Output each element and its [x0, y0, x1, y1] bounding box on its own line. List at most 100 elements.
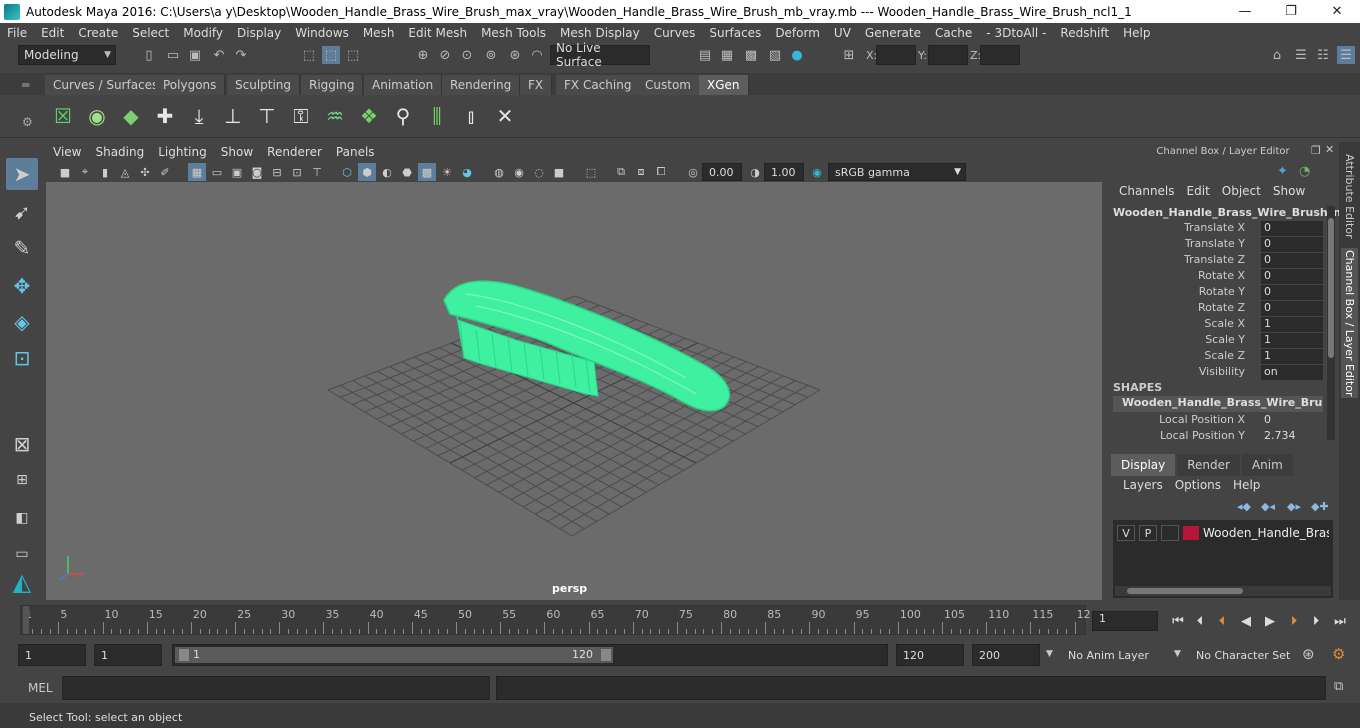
snap-live-icon[interactable]: ⊛ — [506, 46, 524, 64]
channel-value[interactable]: 0 — [1261, 285, 1323, 300]
menu-display[interactable]: Display — [230, 26, 288, 40]
channel-value[interactable]: 0 — [1261, 301, 1323, 316]
channel-value[interactable]: 0 — [1261, 253, 1323, 268]
xray-joints-icon[interactable]: ⧉ — [612, 163, 630, 181]
tab-render[interactable]: Render — [1177, 454, 1240, 476]
xgen-preview-icon[interactable]: ◉ — [82, 101, 112, 131]
preferences-icon[interactable]: ⚙ — [1332, 645, 1345, 663]
channel-box-scrollbar[interactable] — [1327, 206, 1335, 440]
move-layer-up-icon[interactable]: ◂◆ — [1237, 500, 1251, 513]
channel-value[interactable]: 1 — [1261, 349, 1323, 364]
channel-value[interactable]: 0 — [1261, 221, 1323, 236]
menu-edit[interactable]: Edit — [34, 26, 71, 40]
xray-icon[interactable]: ⬚ — [582, 163, 600, 181]
maximize-button[interactable]: ❐ — [1268, 0, 1314, 23]
xgen-guide-add-icon[interactable]: ⊥ — [218, 101, 248, 131]
render-settings-icon[interactable]: ▧ — [766, 46, 784, 64]
cb-menu-object[interactable]: Object — [1216, 184, 1267, 198]
viewport-menu-renderer[interactable]: Renderer — [260, 145, 329, 159]
depth-of-field-icon[interactable]: ◌ — [530, 163, 548, 181]
tab-rendering[interactable]: Rendering — [442, 75, 521, 95]
menu-help[interactable]: Help — [1116, 26, 1157, 40]
end-time-input[interactable]: 200 — [972, 644, 1040, 666]
z-input[interactable] — [980, 45, 1020, 65]
image-plane-icon[interactable]: ◬ — [116, 163, 134, 181]
channel-row[interactable]: Scale X 1 — [1107, 317, 1323, 333]
tab-sculpting[interactable]: Sculpting — [227, 75, 301, 95]
play-forwards-icon[interactable]: ▶ — [1260, 611, 1280, 631]
menu-modify[interactable]: Modify — [176, 26, 230, 40]
menu-edit-mesh[interactable]: Edit Mesh — [401, 26, 474, 40]
cb-menu-channels[interactable]: Channels — [1113, 184, 1181, 198]
time-slider-track[interactable]: 1510152025303540455055606570758085909510… — [20, 605, 1091, 635]
close-button[interactable]: ✕ — [1314, 0, 1360, 23]
viewport-menu-shading[interactable]: Shading — [88, 145, 151, 159]
float-panel-icon[interactable]: ❐ — [1311, 144, 1321, 157]
cb-menu-show[interactable]: Show — [1267, 184, 1311, 198]
move-layer-down-icon[interactable]: ◆◂ — [1261, 500, 1275, 513]
xgen-cut-icon[interactable]: ⫾ — [456, 101, 486, 131]
viewport-menu-panels[interactable]: Panels — [329, 145, 382, 159]
tab-curves-surfaces[interactable]: Curves / Surfaces — [45, 75, 168, 95]
gamma-icon[interactable]: ◑ — [746, 163, 764, 181]
tab-rigging[interactable]: Rigging — [301, 75, 364, 95]
snap-grid-icon[interactable]: ⊕ — [414, 46, 432, 64]
tool-settings-icon[interactable]: ☷ — [1314, 46, 1332, 64]
redo-icon[interactable]: ↷ — [232, 46, 250, 64]
xgen-editor-icon[interactable]: ☒ — [48, 101, 78, 131]
channel-value[interactable]: 1 — [1261, 333, 1323, 348]
mode-dropdown[interactable]: Modeling ▼ — [18, 45, 116, 65]
viewport-persp[interactable]: persp — [46, 182, 1102, 600]
live-surface-field[interactable]: No Live Surface — [550, 41, 650, 69]
y-input[interactable] — [928, 45, 968, 65]
current-frame-input[interactable]: 1 — [1092, 611, 1158, 631]
menu-cache[interactable]: Cache — [928, 26, 979, 40]
go-to-end-icon[interactable]: ⏭ — [1330, 611, 1350, 631]
channel-row[interactable]: Scale Y 1 — [1107, 333, 1323, 349]
channel-row[interactable]: Rotate Z 0 — [1107, 301, 1323, 317]
cb-menu-edit[interactable]: Edit — [1181, 184, 1216, 198]
select-by-hierarchy-icon[interactable]: ⬚ — [300, 46, 318, 64]
layer-menu-options[interactable]: Options — [1169, 478, 1227, 492]
side-by-side-layout-icon[interactable]: ◧ — [6, 502, 38, 534]
bookmark-icon[interactable]: ▮ — [96, 163, 114, 181]
lasso-tool-icon[interactable]: ➹ — [6, 196, 38, 228]
safe-title-icon[interactable]: ⊤ — [308, 163, 326, 181]
backface-culling-icon[interactable]: ⧠ — [652, 163, 670, 181]
mel-label[interactable]: MEL — [28, 681, 53, 695]
shape-name[interactable]: Wooden_Handle_Brass_Wire_Brush_... — [1113, 396, 1323, 412]
smooth-shade-icon[interactable]: ⬢ — [358, 163, 376, 181]
layer-visibility-toggle[interactable]: V — [1117, 525, 1135, 541]
tab-custom[interactable]: Custom — [637, 75, 700, 95]
scale-tool-icon[interactable]: ⊡ — [6, 342, 38, 374]
channel-box-layer-editor-tab[interactable]: Channel Box / Layer Editor — [1341, 248, 1358, 398]
channel-value[interactable]: on — [1261, 365, 1323, 380]
step-back-frame-icon[interactable]: ⏴ — [1190, 611, 1210, 631]
channel-row[interactable]: Rotate X 0 — [1107, 269, 1323, 285]
step-back-key-icon[interactable]: ⏴ — [1212, 611, 1232, 631]
new-layer-icon[interactable]: ◆▸ — [1287, 500, 1301, 513]
hypershade-icon[interactable]: ● — [788, 46, 806, 64]
field-chart-icon[interactable]: ⊟ — [268, 163, 286, 181]
channel-row[interactable]: Scale Z 1 — [1107, 349, 1323, 365]
menu-mesh-display[interactable]: Mesh Display — [553, 26, 647, 40]
close-panel-icon[interactable]: ✕ — [1325, 143, 1334, 156]
render-view-icon[interactable]: ▤ — [696, 46, 714, 64]
camera-lock-icon[interactable]: ⌖ — [76, 163, 94, 181]
range-start-handle[interactable] — [179, 649, 189, 661]
maya-home-icon[interactable]: ◭ — [6, 566, 38, 598]
manipulator-icon[interactable]: ✦ — [1277, 164, 1288, 179]
symmetry-icon[interactable]: ⊞ — [840, 46, 858, 64]
layer-display-type[interactable] — [1161, 525, 1179, 541]
range-fill[interactable]: 1 120 — [175, 647, 613, 663]
viewport-menu-view[interactable]: View — [46, 145, 88, 159]
shelf-settings-gear-icon[interactable]: ⚙ — [22, 115, 33, 129]
attribute-editor-tab[interactable]: Attribute Editor — [1341, 150, 1358, 242]
tab-display[interactable]: Display — [1111, 454, 1176, 476]
xgen-move-guide-icon[interactable]: ⤓ — [184, 101, 214, 131]
xgen-comb-icon[interactable]: ⫼ — [422, 101, 452, 131]
character-set-dropdown[interactable]: No Character Set — [1190, 644, 1298, 666]
xgen-add-guide-icon[interactable]: ✚ — [150, 101, 180, 131]
tab-fx-caching[interactable]: FX Caching — [556, 75, 641, 95]
start-time-input[interactable]: 1 — [18, 644, 86, 666]
